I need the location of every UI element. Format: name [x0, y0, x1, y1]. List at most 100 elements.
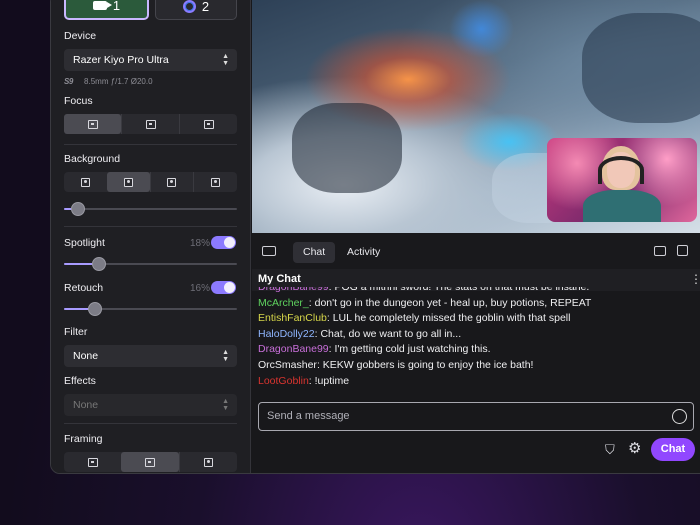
- chevron-updown-icon: ▲ ▼: [222, 398, 229, 412]
- layout-icon[interactable]: [654, 246, 666, 256]
- slider-thumb[interactable]: [91, 257, 106, 271]
- chat-message-list: DragonBane99: POG a mithril sword! The s…: [252, 287, 700, 397]
- send-chat-button[interactable]: Chat: [651, 438, 695, 461]
- chat-username[interactable]: LootGoblin: [258, 375, 309, 387]
- chat-message: OrcSmasher: KEKW gobbers is going to enj…: [252, 358, 700, 374]
- chat-username[interactable]: EntishFanClub: [258, 312, 327, 324]
- blur-person-icon: [123, 177, 133, 187]
- framing-option-off[interactable]: [64, 452, 121, 472]
- focus-center-icon: [145, 119, 156, 129]
- chat-input[interactable]: Send a message: [258, 402, 694, 431]
- slider-thumb[interactable]: [70, 202, 85, 216]
- focus-option-auto[interactable]: [64, 114, 121, 134]
- filter-label: Filter: [64, 326, 88, 338]
- framing-option-auto[interactable]: [121, 452, 179, 472]
- gear-icon[interactable]: ⚙: [628, 441, 641, 456]
- focus-manual-icon: [203, 119, 214, 129]
- external-link-icon[interactable]: [677, 245, 688, 256]
- focus-option-manual[interactable]: [179, 114, 237, 134]
- camera-source-button[interactable]: 1: [64, 0, 149, 20]
- scene-rock: [292, 103, 402, 193]
- device-select-value: Razer Kiyo Pro Ultra: [73, 54, 169, 66]
- chat-message: DragonBane99: POG a mithril sword! The s…: [252, 287, 700, 296]
- chat-message-text: : LUL he completely missed the goblin wi…: [326, 312, 571, 325]
- device-select[interactable]: Razer Kiyo Pro Ultra ▲ ▼: [64, 49, 237, 71]
- shield-icon[interactable]: ⛉: [605, 443, 615, 456]
- chevron-updown-icon: ▲ ▼: [222, 53, 229, 67]
- background-option-replace[interactable]: [149, 172, 194, 192]
- tab-chat[interactable]: Chat: [293, 242, 336, 263]
- spotlight-label: Spotlight: [64, 237, 105, 249]
- chat-message-text: : I'm getting cold just watching this.: [328, 343, 491, 356]
- framing-label: Framing: [64, 433, 103, 445]
- camera-source-count: 1: [112, 0, 121, 13]
- chat-username[interactable]: OrcSmasher: [258, 359, 317, 371]
- background-slider[interactable]: [64, 202, 237, 216]
- effects-select[interactable]: None ▲ ▼: [64, 394, 237, 416]
- chat-message: LootGoblin: !uptime: [252, 374, 700, 390]
- framing-person-icon: [203, 457, 213, 467]
- retouch-value: 16%: [190, 283, 211, 294]
- chat-username[interactable]: HaloDolly22: [258, 328, 315, 340]
- focus-face-icon: [87, 119, 98, 129]
- background-option-remove[interactable]: [193, 172, 237, 192]
- background-segmented-control: [64, 172, 237, 192]
- chat-message-text: : POG a mithril sword! The stats on that…: [328, 287, 590, 293]
- spotlight-slider[interactable]: [64, 257, 237, 271]
- background-option-blur[interactable]: [106, 172, 150, 192]
- chat-message-text: : KEKW gobbers is going to enjoy the ice…: [316, 358, 534, 371]
- camera-icon: [92, 1, 112, 10]
- secondary-source-button[interactable]: 2: [155, 0, 237, 20]
- retouch-slider[interactable]: [64, 302, 237, 316]
- focus-option-center[interactable]: [121, 114, 179, 134]
- device-specs: S9 8.5mm ƒ/1.7 Ø20.0: [64, 77, 153, 86]
- webcam-overlay: [547, 138, 697, 222]
- framing-option-person[interactable]: [178, 452, 237, 472]
- chat-message: McArcher_: don't go in the dungeon yet -…: [252, 296, 700, 312]
- more-options-icon[interactable]: ⋮: [690, 272, 700, 286]
- chat-message: EntishFanClub: LUL he completely missed …: [252, 311, 700, 327]
- headset: [598, 156, 644, 184]
- person-icon: [80, 177, 90, 187]
- divider: [64, 226, 237, 227]
- chat-tab-bar: Chat Activity: [252, 233, 700, 269]
- replace-person-icon: [167, 177, 177, 187]
- device-spec-text: 8.5mm ƒ/1.7 Ø20.0: [84, 77, 153, 86]
- divider: [64, 423, 237, 424]
- camera-settings-panel: 1 2 Device Razer Kiyo Pro Ultra ▲ ▼ S9 8.…: [51, 0, 251, 473]
- emoji-icon[interactable]: [672, 409, 687, 424]
- framing-off-icon: [87, 457, 98, 467]
- chat-input-placeholder: Send a message: [267, 410, 350, 422]
- focus-label: Focus: [64, 95, 93, 107]
- chat-username[interactable]: DragonBane99: [258, 287, 329, 293]
- effects-label: Effects: [64, 375, 96, 387]
- chat-username[interactable]: McArcher_: [258, 297, 309, 309]
- chat-message-text: : Chat, do we want to go all in...: [314, 327, 462, 340]
- slider-track: [64, 208, 237, 210]
- tab-activity[interactable]: Activity: [337, 242, 390, 263]
- framing-auto-icon: [144, 457, 155, 467]
- popout-screen-icon[interactable]: [262, 246, 276, 256]
- chat-message-text: : don't go in the dungeon yet - heal up,…: [308, 296, 592, 309]
- chat-username[interactable]: DragonBane99: [258, 343, 329, 355]
- lens-logo: S9: [64, 77, 73, 86]
- background-option-none[interactable]: [64, 172, 107, 192]
- chat-message: DragonBane99: I'm getting cold just watc…: [252, 342, 700, 358]
- chat-message-text: : !uptime: [308, 374, 350, 387]
- device-label: Device: [64, 30, 97, 42]
- retouch-label: Retouch: [64, 282, 104, 294]
- slider-thumb[interactable]: [88, 302, 103, 316]
- divider: [64, 144, 237, 145]
- chat-message: HaloDolly22: Chat, do we want to go all …: [252, 327, 700, 343]
- remove-background-icon: [211, 177, 221, 187]
- source-ring-icon: [182, 0, 196, 13]
- background-label: Background: [64, 153, 121, 165]
- streamer-body: [583, 190, 661, 222]
- spotlight-toggle[interactable]: [211, 236, 236, 249]
- retouch-toggle[interactable]: [211, 281, 236, 294]
- focus-segmented-control: [64, 114, 237, 134]
- effects-select-value: None: [73, 399, 99, 411]
- filter-select-value: None: [73, 350, 99, 362]
- filter-select[interactable]: None ▲ ▼: [64, 345, 237, 367]
- framing-segmented-control: [64, 452, 237, 472]
